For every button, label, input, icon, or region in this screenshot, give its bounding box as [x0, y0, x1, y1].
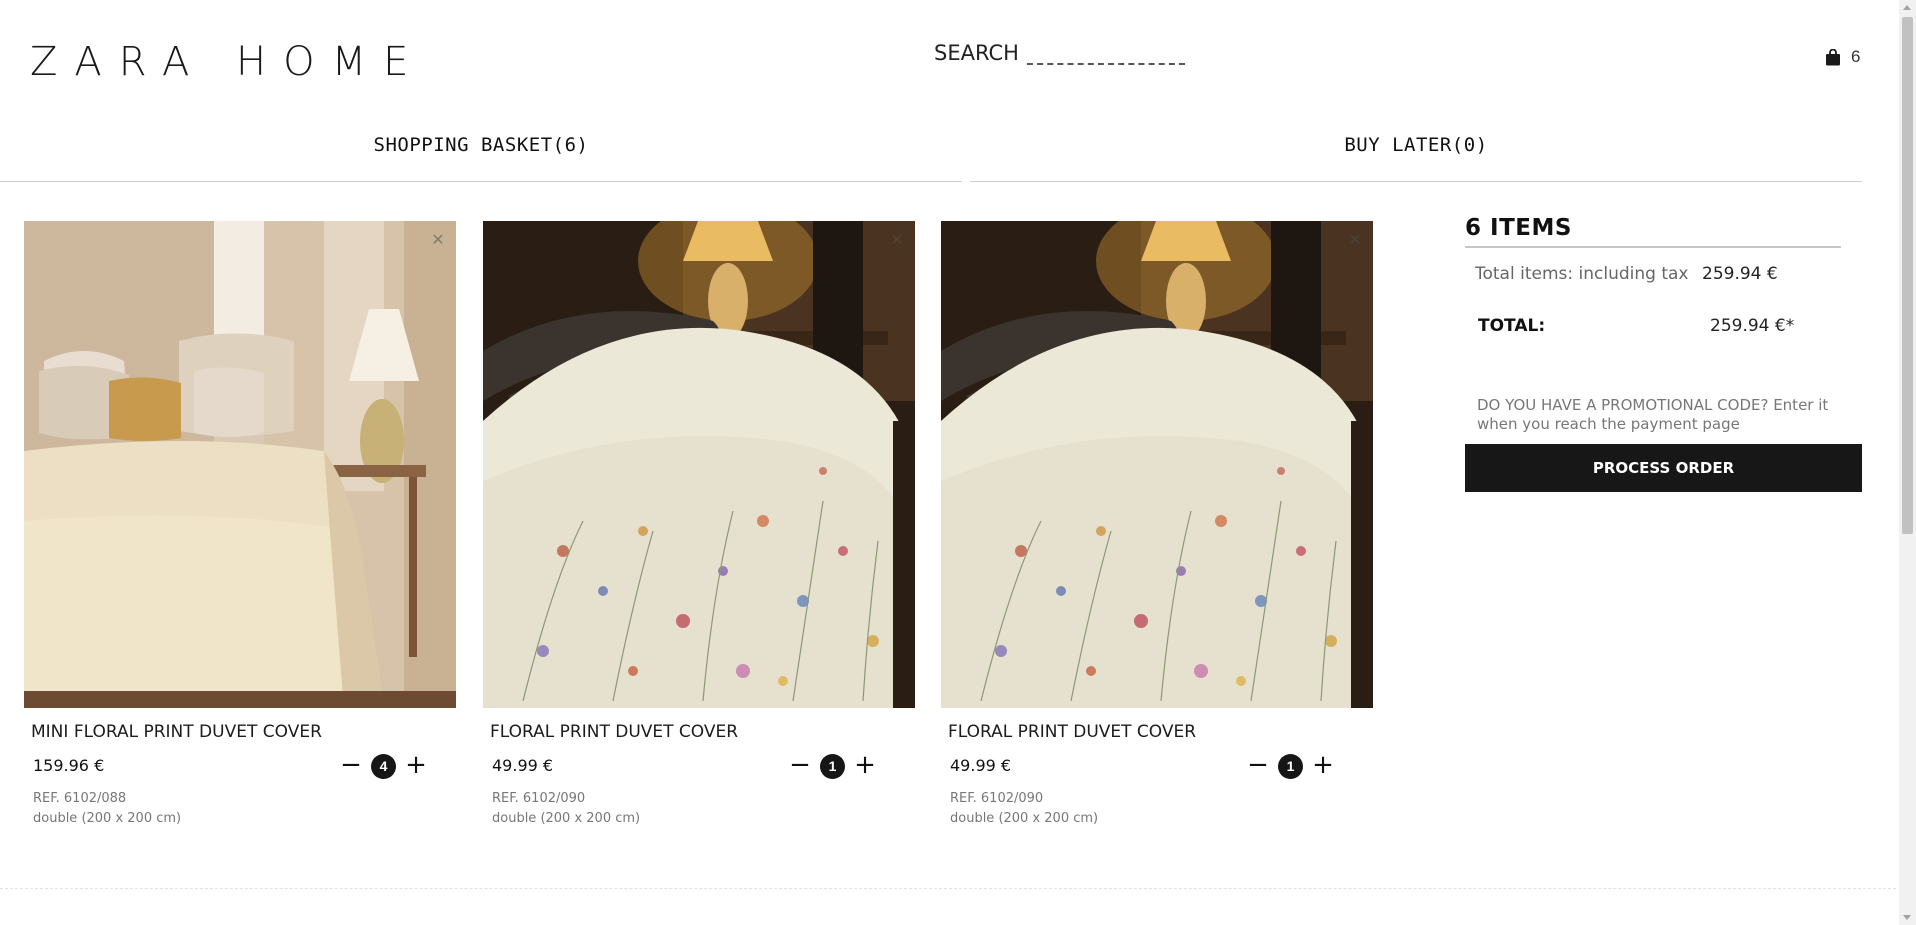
product-price: 49.99 €: [492, 756, 554, 775]
section-divider: [0, 888, 1896, 889]
increase-quantity-button[interactable]: +: [404, 752, 428, 780]
decrease-quantity-button[interactable]: −: [1246, 752, 1270, 780]
product-card: ✕ FLORAL PRINT DUVET COVER 49.99 € − 1 +…: [941, 221, 1373, 826]
product-name[interactable]: MINI FLORAL PRINT DUVET COVER: [24, 722, 456, 742]
quantity-value: 4: [371, 753, 396, 779]
product-image[interactable]: ✕: [941, 221, 1373, 708]
quantity-stepper: − 1 +: [1246, 752, 1335, 780]
items-total-value: 259.94 €: [1702, 264, 1778, 284]
product-size: double (200 x 200 cm): [492, 811, 641, 826]
price-row: 49.99 € − 1 +: [941, 752, 1373, 780]
tab-buy-later[interactable]: BUY LATER(0): [970, 128, 1862, 182]
items-total-line: Total items: including tax 259.94 €: [1465, 264, 1862, 288]
close-icon[interactable]: ✕: [889, 233, 905, 249]
price-row: 49.99 € − 1 +: [483, 752, 915, 780]
quantity-value: 1: [820, 753, 845, 779]
order-total-value: 259.94 €*: [1710, 316, 1795, 336]
increase-quantity-button[interactable]: +: [853, 752, 877, 780]
basket-tabs: SHOPPING BASKET(6) BUY LATER(0): [0, 128, 1862, 182]
product-name[interactable]: FLORAL PRINT DUVET COVER: [941, 722, 1373, 742]
decrease-quantity-button[interactable]: −: [339, 752, 363, 780]
product-price: 49.99 €: [950, 756, 1012, 775]
close-icon[interactable]: ✕: [430, 233, 446, 249]
scroll-up-icon[interactable]: [1903, 5, 1911, 10]
decrease-quantity-button[interactable]: −: [788, 752, 812, 780]
search-label: SEARCH: [934, 41, 1019, 65]
quantity-stepper: − 1 +: [788, 752, 877, 780]
scroll-down-icon[interactable]: [1903, 915, 1911, 920]
promo-code-note: DO YOU HAVE A PROMOTIONAL CODE? Enter it…: [1477, 396, 1829, 433]
shopping-bag-icon: [1825, 48, 1841, 66]
summary-title: 6 ITEMS: [1465, 215, 1841, 248]
search-input[interactable]: [1026, 45, 1185, 65]
increase-quantity-button[interactable]: +: [1311, 752, 1335, 780]
zara-home-logo[interactable]: ZARA HOME: [30, 38, 425, 86]
order-total-line: TOTAL: 259.94 €*: [1465, 316, 1862, 340]
scrollbar-thumb[interactable]: [1902, 17, 1913, 534]
product-size: double (200 x 200 cm): [33, 811, 182, 826]
close-icon[interactable]: ✕: [1347, 233, 1363, 249]
cart-button[interactable]: 6: [1825, 47, 1860, 67]
cart-count: 6: [1851, 47, 1861, 66]
product-ref: REF. 6102/090: [492, 791, 586, 806]
product-card: ✕ FLORAL PRINT DUVET COVER 49.99 € − 1 +…: [483, 221, 915, 826]
tab-shopping-basket[interactable]: SHOPPING BASKET(6): [0, 128, 962, 182]
process-order-button[interactable]: PROCESS ORDER: [1465, 444, 1862, 492]
product-price: 159.96 €: [33, 756, 105, 775]
product-image[interactable]: ✕: [483, 221, 915, 708]
search-field[interactable]: SEARCH: [934, 41, 1185, 65]
quantity-value: 1: [1278, 753, 1303, 779]
vertical-scrollbar[interactable]: [1899, 0, 1916, 925]
product-image[interactable]: ✕: [24, 221, 456, 708]
product-ref: REF. 6102/090: [950, 791, 1044, 806]
product-size: double (200 x 200 cm): [950, 811, 1099, 826]
product-ref: REF. 6102/088: [33, 791, 127, 806]
price-row: 159.96 € − 4 +: [24, 752, 456, 780]
quantity-stepper: − 4 +: [339, 752, 428, 780]
product-name[interactable]: FLORAL PRINT DUVET COVER: [483, 722, 915, 742]
order-summary: 6 ITEMS Total items: including tax 259.9…: [1465, 215, 1862, 492]
order-total-label: TOTAL:: [1478, 316, 1546, 336]
product-card: ✕ MINI FLORAL PRINT DUVET COVER 159.96 €…: [24, 221, 456, 826]
items-total-label: Total items: including tax: [1475, 264, 1689, 284]
